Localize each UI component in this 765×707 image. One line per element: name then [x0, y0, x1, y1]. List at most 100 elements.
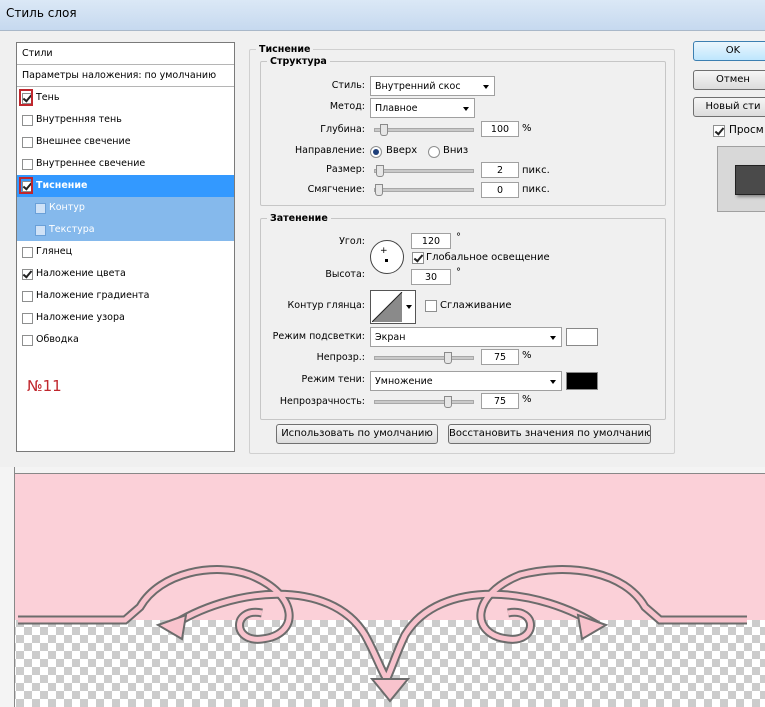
- style-item-label: Контур: [49, 202, 85, 213]
- global-light-checkbox[interactable]: [412, 252, 424, 264]
- direction-up-radio[interactable]: [370, 146, 382, 158]
- emboss-title: Тиснение: [259, 44, 311, 55]
- highlight-opacity-input[interactable]: 75: [481, 349, 519, 365]
- highlight-marker: [19, 89, 33, 106]
- soften-slider-thumb[interactable]: [375, 184, 383, 196]
- size-label: Размер:: [326, 164, 365, 175]
- style-item-checkbox[interactable]: [22, 313, 33, 324]
- ok-button[interactable]: OK: [693, 41, 765, 61]
- style-item-checkbox[interactable]: [22, 291, 33, 302]
- style-item-label: Глянец: [36, 246, 73, 257]
- shadow-opacity-thumb[interactable]: [444, 396, 452, 408]
- contour-preview-icon: [372, 292, 403, 322]
- style-item-checkbox[interactable]: [22, 137, 33, 148]
- highlight-marker: [19, 177, 33, 194]
- angle-dial[interactable]: +: [370, 240, 404, 274]
- window-title: Стиль слоя: [6, 6, 77, 20]
- styles-list: Стили Параметры наложения: по умолчанию …: [16, 42, 235, 452]
- style-item-7[interactable]: Текстура: [17, 219, 234, 241]
- chevron-down-icon: [550, 336, 556, 340]
- style-item-3[interactable]: Внешнее свечение: [17, 131, 234, 153]
- bevel-style-select[interactable]: Внутренний скос: [370, 76, 495, 96]
- highlight-mode-label: Режим подсветки:: [272, 331, 365, 342]
- soften-slider[interactable]: [374, 184, 474, 196]
- style-item-2[interactable]: Внутренняя тень: [17, 109, 234, 131]
- angle-dial-dot: [385, 259, 388, 262]
- document-canvas[interactable]: [0, 467, 765, 707]
- angle-input[interactable]: 120: [411, 233, 451, 249]
- style-item-checkbox[interactable]: [22, 269, 33, 280]
- style-item-label: Текстура: [49, 224, 95, 235]
- style-item-label: Наложение цвета: [36, 268, 126, 279]
- style-item-checkbox[interactable]: [22, 335, 33, 346]
- style-item-4[interactable]: Внутреннее свечение: [17, 153, 234, 175]
- make-default-button[interactable]: Использовать по умолчанию: [276, 424, 438, 444]
- style-item-label: Обводка: [36, 334, 79, 345]
- style-item-11[interactable]: Наложение узора: [17, 307, 234, 329]
- shadow-mode-select[interactable]: Умножение: [370, 371, 562, 391]
- highlight-color-swatch[interactable]: [566, 328, 598, 346]
- shadow-opacity-input[interactable]: 75: [481, 393, 519, 409]
- window-titlebar: Стиль слоя: [0, 0, 765, 30]
- altitude-input[interactable]: 30: [411, 269, 451, 285]
- style-item-8[interactable]: Глянец: [17, 241, 234, 263]
- size-slider[interactable]: [374, 165, 474, 177]
- depth-slider-thumb[interactable]: [380, 124, 388, 136]
- style-item-5[interactable]: Тиснение: [17, 175, 234, 197]
- highlight-mode-select[interactable]: Экран: [370, 327, 562, 347]
- depth-input[interactable]: 100: [481, 121, 519, 137]
- angle-unit: °: [456, 232, 461, 243]
- style-item-checkbox[interactable]: [22, 159, 33, 170]
- styles-header[interactable]: Стили: [17, 43, 234, 65]
- altitude-unit: °: [456, 267, 461, 278]
- highlight-opacity-unit: %: [522, 350, 532, 361]
- preview-checkbox[interactable]: [713, 125, 725, 137]
- style-item-6[interactable]: Контур: [17, 197, 234, 219]
- style-item-12[interactable]: Обводка: [17, 329, 234, 351]
- new-style-button[interactable]: Новый сти: [693, 97, 765, 117]
- style-item-checkbox[interactable]: [35, 225, 46, 236]
- cancel-button[interactable]: Отмен: [693, 70, 765, 90]
- style-item-1[interactable]: Тень: [17, 87, 234, 109]
- shading-title: Затенение: [270, 213, 328, 224]
- direction-down-label: Вниз: [443, 145, 469, 156]
- style-item-label: Тень: [36, 92, 60, 103]
- gloss-contour-label: Контур глянца:: [287, 300, 365, 311]
- style-item-checkbox[interactable]: [22, 247, 33, 258]
- direction-down-radio[interactable]: [428, 146, 440, 158]
- vertical-ruler[interactable]: [0, 467, 15, 707]
- highlight-opacity-slider[interactable]: [374, 352, 474, 364]
- reset-default-button[interactable]: Восстановить значения по умолчанию: [448, 424, 651, 444]
- preview-thumbnail: [717, 146, 765, 212]
- depth-unit: %: [522, 123, 532, 134]
- style-item-checkbox[interactable]: [35, 203, 46, 214]
- technique-select[interactable]: Плавное: [370, 98, 475, 118]
- shadow-color-swatch[interactable]: [566, 372, 598, 390]
- style-item-9[interactable]: Наложение цвета: [17, 263, 234, 285]
- shadow-opacity-unit: %: [522, 394, 532, 405]
- highlight-opacity-thumb[interactable]: [444, 352, 452, 364]
- depth-slider[interactable]: [374, 124, 474, 136]
- angle-label: Угол:: [339, 236, 365, 247]
- size-input[interactable]: 2: [481, 162, 519, 178]
- size-slider-thumb[interactable]: [376, 165, 384, 177]
- gloss-contour-picker[interactable]: [370, 290, 416, 324]
- size-unit: пикс.: [522, 165, 550, 176]
- antialias-label: Сглаживание: [440, 300, 512, 311]
- style-item-label: Внешнее свечение: [36, 136, 131, 147]
- style-item-10[interactable]: Наложение градиента: [17, 285, 234, 307]
- style-item-label: Тиснение: [36, 180, 88, 191]
- style-label: Стиль:: [331, 80, 365, 91]
- horizontal-ruler[interactable]: [0, 467, 765, 474]
- shadow-opacity-slider[interactable]: [374, 396, 474, 408]
- style-item-checkbox[interactable]: [22, 115, 33, 126]
- antialias-checkbox[interactable]: [425, 300, 437, 312]
- depth-label: Глубина:: [320, 124, 365, 135]
- shadow-mode-label: Режим тени:: [301, 374, 365, 385]
- highlight-opacity-label: Непрозр.:: [316, 352, 365, 363]
- crosshair-icon: +: [380, 246, 388, 256]
- blend-options-default[interactable]: Параметры наложения: по умолчанию: [17, 65, 234, 87]
- soften-input[interactable]: 0: [481, 182, 519, 198]
- style-item-label: Наложение градиента: [36, 290, 150, 301]
- chevron-down-icon: [406, 305, 412, 309]
